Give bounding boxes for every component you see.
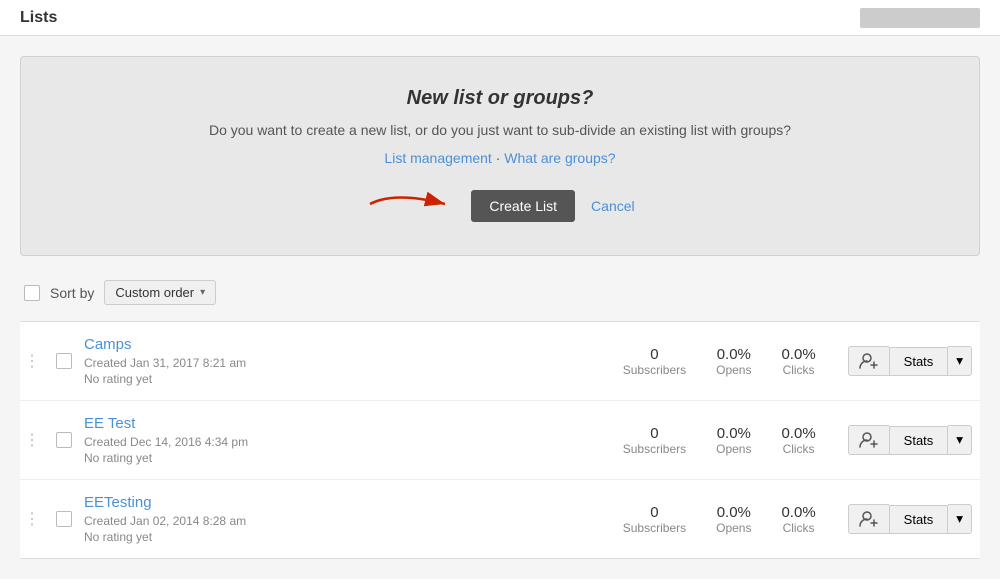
item-checkbox-0[interactable] <box>56 353 72 369</box>
sort-dropdown-label: Custom order <box>115 285 194 300</box>
drag-handle-icon[interactable]: ⋮ <box>20 351 44 371</box>
drag-handle-icon[interactable]: ⋮ <box>20 509 44 529</box>
opens-count-2: 0.0% <box>716 504 751 521</box>
stat-clicks-2: 0.0% Clicks <box>781 504 815 535</box>
red-arrow-svg <box>365 186 455 222</box>
cancel-button[interactable]: Cancel <box>591 198 635 214</box>
top-bar-right-placeholder <box>860 8 980 28</box>
stats-button-2[interactable]: Stats <box>889 505 949 534</box>
table-row: ⋮ EE Test Created Dec 14, 2016 4:34 pm N… <box>20 401 980 480</box>
stat-opens-2: 0.0% Opens <box>716 504 751 535</box>
item-actions-1: Stats ▾ <box>848 425 972 455</box>
item-info-2: EETesting Created Jan 02, 2014 8:28 am N… <box>84 494 611 544</box>
banner-title: New list or groups? <box>61 87 939 110</box>
clicks-count-1: 0.0% <box>781 425 815 442</box>
stat-clicks-0: 0.0% Clicks <box>781 346 815 377</box>
list-management-link[interactable]: List management <box>384 150 491 166</box>
subscribers-label-1: Subscribers <box>623 442 686 456</box>
item-checkbox-1[interactable] <box>56 432 72 448</box>
create-list-button[interactable]: Create List <box>471 190 575 222</box>
item-info-1: EE Test Created Dec 14, 2016 4:34 pm No … <box>84 415 611 465</box>
stats-dropdown-chevron-icon-1: ▾ <box>956 432 963 448</box>
item-checkbox-2[interactable] <box>56 511 72 527</box>
subscribers-label-0: Subscribers <box>623 363 686 377</box>
new-list-banner: New list or groups? Do you want to creat… <box>20 56 980 256</box>
opens-count-0: 0.0% <box>716 346 751 363</box>
add-person-icon-2 <box>859 511 879 527</box>
item-rating-0: No rating yet <box>84 372 611 386</box>
clicks-count-0: 0.0% <box>781 346 815 363</box>
clicks-label-1: Clicks <box>781 442 815 456</box>
main-content: New list or groups? Do you want to creat… <box>0 36 1000 579</box>
item-created-1: Created Dec 14, 2016 4:34 pm <box>84 435 611 449</box>
opens-label-2: Opens <box>716 521 751 535</box>
sort-dropdown[interactable]: Custom order ▾ <box>104 280 216 305</box>
logo: Lists <box>20 9 57 27</box>
stat-subscribers-0: 0 Subscribers <box>623 346 686 377</box>
banner-actions: Create List Cancel <box>61 186 939 225</box>
add-subscriber-button-1[interactable] <box>848 425 889 455</box>
item-stats-1: 0 Subscribers 0.0% Opens 0.0% Clicks <box>623 425 816 456</box>
stats-dropdown-button-1[interactable]: ▾ <box>948 425 972 455</box>
stat-subscribers-2: 0 Subscribers <box>623 504 686 535</box>
stats-dropdown-button-2[interactable]: ▾ <box>948 504 972 534</box>
stats-button-1[interactable]: Stats <box>889 426 949 455</box>
sort-bar: Sort by Custom order ▾ <box>20 280 980 305</box>
sort-by-label: Sort by <box>50 285 94 301</box>
opens-label-0: Opens <box>716 363 751 377</box>
opens-count-1: 0.0% <box>716 425 751 442</box>
banner-description: Do you want to create a new list, or do … <box>61 122 939 138</box>
item-actions-0: Stats ▾ <box>848 346 972 376</box>
add-subscriber-button-0[interactable] <box>848 346 889 376</box>
stats-button-0[interactable]: Stats <box>889 347 949 376</box>
stat-subscribers-1: 0 Subscribers <box>623 425 686 456</box>
top-bar: Lists <box>0 0 1000 36</box>
stats-dropdown-chevron-icon-0: ▾ <box>956 353 963 369</box>
stat-opens-0: 0.0% Opens <box>716 346 751 377</box>
clicks-label-0: Clicks <box>781 363 815 377</box>
banner-links: List management · What are groups? <box>61 150 939 166</box>
subscribers-count-1: 0 <box>623 425 686 442</box>
item-created-0: Created Jan 31, 2017 8:21 am <box>84 356 611 370</box>
item-stats-0: 0 Subscribers 0.0% Opens 0.0% Clicks <box>623 346 816 377</box>
link-separator: · <box>496 150 505 166</box>
what-are-groups-link[interactable]: What are groups? <box>504 150 615 166</box>
subscribers-count-2: 0 <box>623 504 686 521</box>
drag-handle-icon[interactable]: ⋮ <box>20 430 44 450</box>
item-rating-2: No rating yet <box>84 530 611 544</box>
item-actions-2: Stats ▾ <box>848 504 972 534</box>
item-name-link-1[interactable]: EE Test <box>84 415 611 432</box>
stats-dropdown-button-0[interactable]: ▾ <box>948 346 972 376</box>
select-all-checkbox[interactable] <box>24 285 40 301</box>
sort-dropdown-chevron-icon: ▾ <box>200 287 205 298</box>
add-subscriber-button-2[interactable] <box>848 504 889 534</box>
list-items-container: ⋮ Camps Created Jan 31, 2017 8:21 am No … <box>20 321 980 559</box>
add-person-icon-1 <box>859 432 879 448</box>
item-name-link-2[interactable]: EETesting <box>84 494 611 511</box>
subscribers-label-2: Subscribers <box>623 521 686 535</box>
item-created-2: Created Jan 02, 2014 8:28 am <box>84 514 611 528</box>
subscribers-count-0: 0 <box>623 346 686 363</box>
clicks-count-2: 0.0% <box>781 504 815 521</box>
stats-dropdown-chevron-icon-2: ▾ <box>956 511 963 527</box>
arrow-indicator <box>365 186 455 225</box>
stat-opens-1: 0.0% Opens <box>716 425 751 456</box>
table-row: ⋮ EETesting Created Jan 02, 2014 8:28 am… <box>20 480 980 559</box>
table-row: ⋮ Camps Created Jan 31, 2017 8:21 am No … <box>20 322 980 401</box>
item-info-0: Camps Created Jan 31, 2017 8:21 am No ra… <box>84 336 611 386</box>
clicks-label-2: Clicks <box>781 521 815 535</box>
item-name-link-0[interactable]: Camps <box>84 336 611 353</box>
stat-clicks-1: 0.0% Clicks <box>781 425 815 456</box>
opens-label-1: Opens <box>716 442 751 456</box>
item-stats-2: 0 Subscribers 0.0% Opens 0.0% Clicks <box>623 504 816 535</box>
item-rating-1: No rating yet <box>84 451 611 465</box>
add-person-icon-0 <box>859 353 879 369</box>
